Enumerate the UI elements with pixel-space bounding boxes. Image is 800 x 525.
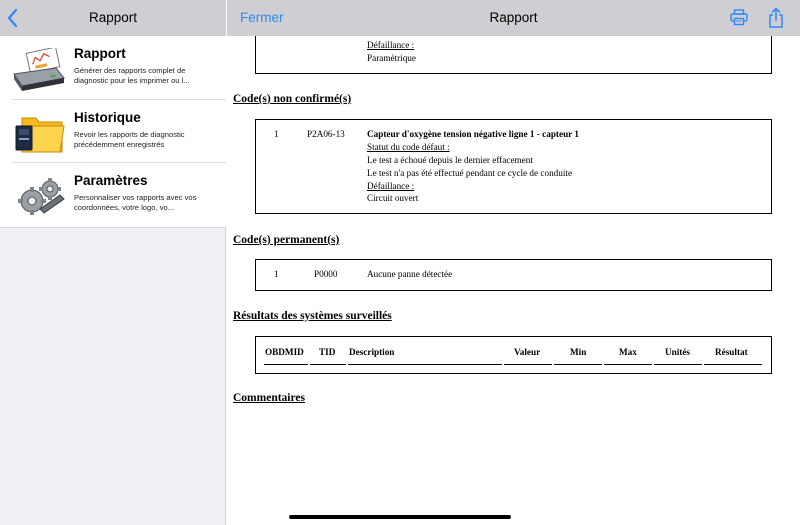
sidebar-item-title: Historique: [74, 109, 141, 125]
header-underline: [348, 364, 502, 365]
gears-settings-icon: [18, 178, 65, 215]
permanent-codes-title: Code(s) permanent(s): [233, 234, 340, 246]
report-pane: Fermer Rapport Défaillance : Paramètriqu…: [227, 0, 800, 525]
printer-icon: [730, 9, 748, 26]
printer-report-icon: [13, 48, 65, 91]
status-line: Le test a échoué depuis le dernier effac…: [367, 155, 533, 165]
unconfirmed-codes-box: 1 P2A06-13 Capteur d'oxygène tension nég…: [255, 119, 772, 214]
code-name: Capteur d'oxygène tension négative ligne…: [367, 129, 579, 139]
fault-value: Circuit ouvert: [367, 193, 419, 203]
sidebar-item-title: Rapport: [74, 46, 126, 61]
folder-history-icon: [15, 117, 65, 152]
monitored-systems-title: Résultats des systèmes surveillés: [233, 310, 392, 322]
unconfirmed-codes-title: Code(s) non confirmé(s): [233, 93, 352, 105]
column-header: Max: [619, 347, 637, 357]
fault-label: Défaillance :: [367, 40, 415, 50]
share-button[interactable]: [768, 7, 784, 28]
share-icon: [769, 7, 783, 28]
sidebar-item-parametres[interactable]: Paramètres Personnaliser vos rapports av…: [0, 163, 226, 227]
column-header: OBDMID: [265, 347, 304, 357]
code-id: P2A06-13: [307, 129, 345, 139]
code-index: 1: [274, 269, 279, 279]
header-underline: [654, 364, 702, 365]
sidebar-title: Rapport: [88, 10, 138, 25]
column-header: Min: [570, 347, 587, 357]
sidebar-item-historique[interactable]: Historique Revoir les rapports de diagno…: [0, 100, 226, 163]
code-id: P0000: [314, 269, 338, 279]
home-indicator[interactable]: [289, 515, 511, 519]
sidebar-item-desc: Générer des rapports complet de diagnost…: [74, 66, 190, 85]
code-index: 1: [274, 129, 279, 139]
print-button[interactable]: [730, 9, 748, 26]
header-underline: [504, 364, 552, 365]
column-header: Unités: [665, 347, 691, 357]
monitored-systems-table: OBDMID TID Description Valeur Min Max Un…: [255, 336, 772, 374]
status-line: Le test n'a pas été effectué pendant ce …: [367, 168, 573, 178]
sidebar-item-rapport[interactable]: Rapport Générer des rapports complet de …: [0, 36, 226, 100]
fault-label: Défaillance :: [367, 181, 415, 191]
header-underline: [604, 364, 652, 365]
permanent-codes-box: 1 P0000 Aucune panne détectée: [255, 259, 772, 291]
sidebar-item-desc: Personnaliser vos rapports avec vos coor…: [74, 193, 197, 212]
status-label: Statut du code défaut :: [367, 142, 450, 152]
code-desc: Aucune panne détectée: [367, 269, 453, 279]
header-underline: [704, 364, 762, 365]
sidebar-list: Rapport Générer des rapports complet de …: [0, 36, 226, 228]
header-underline: [264, 364, 308, 365]
sidebar-item-desc: Revoir les rapports de diagnostic précéd…: [74, 129, 185, 149]
sidebar-nav-bar: Rapport: [0, 0, 226, 36]
column-header: Résultat: [715, 347, 748, 357]
column-header: TID: [319, 347, 336, 357]
report-nav-bar: Fermer Rapport: [227, 0, 800, 36]
header-underline: [554, 364, 602, 365]
sidebar-item-title: Paramètres: [74, 173, 148, 188]
sidebar: Rapport Rapport Générer des rapports com…: [0, 0, 226, 525]
column-header: Valeur: [514, 347, 541, 357]
header-underline: [310, 364, 346, 365]
column-header: Description: [349, 347, 395, 357]
comments-title: Commentaires: [233, 392, 305, 404]
fault-value: Paramètrique: [367, 53, 416, 63]
page-title: Rapport: [489, 10, 538, 25]
